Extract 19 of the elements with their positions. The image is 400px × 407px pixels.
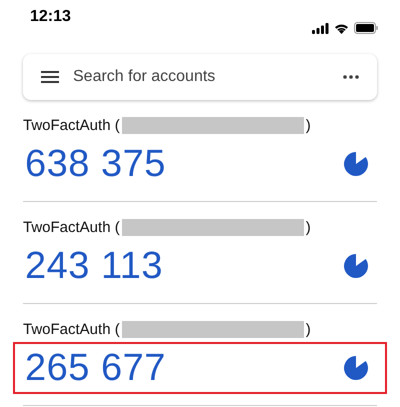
search-field[interactable]: Search for accounts <box>73 68 329 86</box>
account-issuer: TwoFactAuth ( <box>23 320 120 338</box>
otp-code[interactable]: 265 677 <box>25 346 166 390</box>
timer-icon <box>344 356 368 380</box>
account-issuer-end: ) <box>306 116 311 134</box>
otp-code[interactable]: 638 375 <box>25 142 166 186</box>
timer-icon <box>344 152 368 176</box>
more-icon[interactable] <box>343 75 359 79</box>
account-issuer: TwoFactAuth ( <box>23 116 120 134</box>
otp-code[interactable]: 243 113 <box>25 244 164 288</box>
signal-icon <box>312 22 329 34</box>
account-issuer-end: ) <box>306 320 311 338</box>
battery-icon <box>354 22 378 34</box>
status-time: 12:13 <box>30 8 71 26</box>
account-issuer: TwoFactAuth ( <box>23 218 120 236</box>
menu-icon[interactable] <box>41 71 59 83</box>
wifi-icon <box>334 22 349 34</box>
timer-icon <box>344 254 368 278</box>
account-issuer-end: ) <box>306 218 311 236</box>
